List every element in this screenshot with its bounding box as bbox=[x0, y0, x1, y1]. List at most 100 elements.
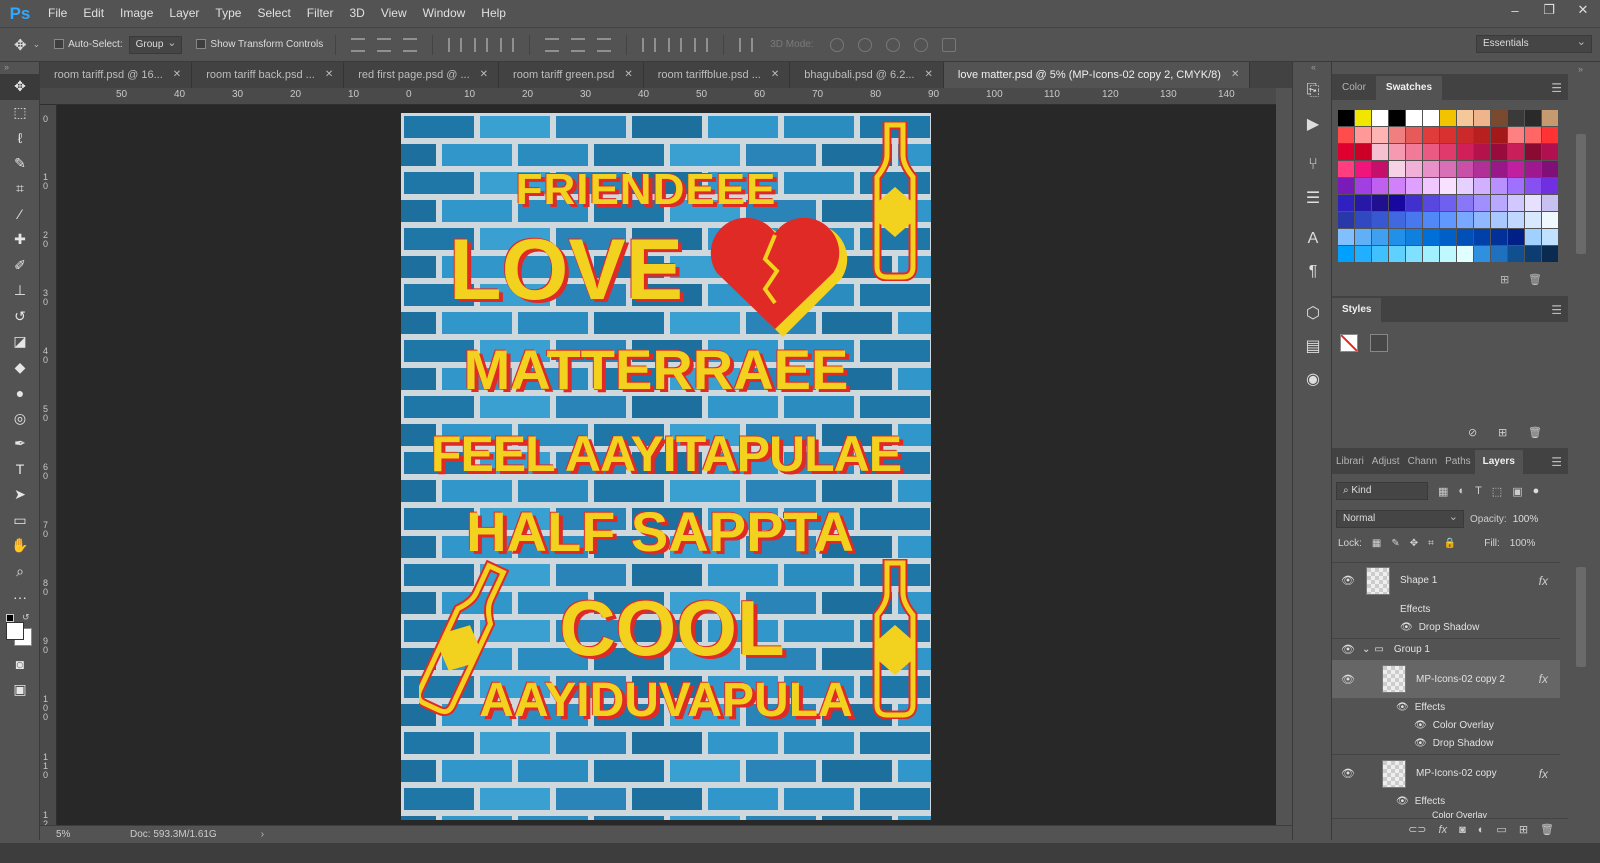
layer-name[interactable]: MP-Icons-02 copy 2 bbox=[1416, 674, 1505, 685]
layer-row-selected[interactable]: 👁 MP-Icons-02 copy 2 fx bbox=[1332, 660, 1560, 698]
color-swatch[interactable] bbox=[1491, 195, 1507, 211]
lock-all-icon[interactable]: 🔒 bbox=[1444, 538, 1456, 549]
lock-move-icon[interactable]: ✥ bbox=[1410, 538, 1418, 549]
auto-align-icon[interactable] bbox=[739, 37, 754, 52]
3d-orbit-icon[interactable] bbox=[829, 37, 844, 52]
adjustments-icon[interactable]: ☰ bbox=[1293, 181, 1333, 214]
color-swatch[interactable] bbox=[1491, 178, 1507, 194]
scrollbar[interactable] bbox=[1576, 567, 1586, 667]
color-swatch[interactable] bbox=[1338, 195, 1354, 211]
menu-window[interactable]: Window bbox=[415, 0, 474, 27]
actions-play-icon[interactable]: ▶ bbox=[1293, 107, 1333, 140]
menu-image[interactable]: Image bbox=[112, 0, 161, 27]
color-swatch[interactable] bbox=[1389, 144, 1405, 160]
3d-roll-icon[interactable] bbox=[857, 37, 872, 52]
marquee-icon[interactable]: ⬚ bbox=[0, 100, 40, 126]
color-swatch[interactable] bbox=[1372, 127, 1388, 143]
trash-icon[interactable]: 🗑 bbox=[1528, 426, 1542, 439]
color-swatch[interactable] bbox=[1474, 195, 1490, 211]
vertical-ruler[interactable]: 0 1 0 2 0 3 0 4 0 5 0 6 0 7 0 8 0 9 0 1 0 0 1 1 0 1 … bbox=[40, 105, 57, 825]
new-style-icon[interactable]: ⊞ bbox=[1498, 426, 1507, 439]
sponge-icon[interactable]: ◎ bbox=[0, 406, 40, 432]
trash-icon[interactable]: 🗑 bbox=[1540, 823, 1554, 836]
color-swatch[interactable] bbox=[1406, 195, 1422, 211]
effect-row[interactable]: 👁 Drop Shadow bbox=[1332, 618, 1560, 636]
color-swatch[interactable] bbox=[1440, 195, 1456, 211]
color-swatch[interactable] bbox=[1525, 110, 1541, 126]
color-swatch[interactable] bbox=[1542, 246, 1558, 262]
color-swatch[interactable] bbox=[1338, 144, 1354, 160]
filter-shape-icon[interactable]: ⬚ bbox=[1492, 485, 1502, 498]
color-swatch[interactable] bbox=[1542, 127, 1558, 143]
color-swatch[interactable] bbox=[1389, 229, 1405, 245]
tab-layers[interactable]: Layers bbox=[1474, 450, 1523, 474]
fx-icon[interactable]: fx bbox=[1539, 672, 1548, 686]
color-swatch[interactable] bbox=[1440, 229, 1456, 245]
tab-styles[interactable]: Styles bbox=[1332, 298, 1382, 322]
distribute-bottom-icon[interactable] bbox=[597, 37, 612, 52]
color-swatch[interactable] bbox=[1355, 246, 1371, 262]
close-icon[interactable]: ✕ bbox=[624, 62, 632, 88]
color-swatch[interactable] bbox=[1389, 110, 1405, 126]
visibility-eye-icon[interactable]: 👁 bbox=[1396, 796, 1409, 807]
color-swatch[interactable] bbox=[1406, 246, 1422, 262]
effects-row[interactable]: Effects bbox=[1332, 600, 1560, 618]
visibility-eye-icon[interactable]: 👁 bbox=[1338, 643, 1358, 656]
layer-row[interactable]: 👁 Shape 1 fx bbox=[1332, 562, 1560, 598]
distribute-right-icon[interactable] bbox=[694, 37, 709, 52]
tab-document[interactable]: room tariff back.psd ... ✕ bbox=[192, 62, 345, 88]
align-hcenter-icon[interactable] bbox=[474, 37, 489, 52]
collapse-icon[interactable]: « bbox=[1293, 62, 1331, 74]
adjustment-layer-icon[interactable]: ◐ bbox=[1478, 824, 1485, 836]
color-swatch[interactable] bbox=[1355, 144, 1371, 160]
effect-row[interactable]: 👁 Color Overlay bbox=[1332, 716, 1560, 734]
color-swatch[interactable] bbox=[1508, 229, 1524, 245]
color-swatch[interactable] bbox=[1423, 246, 1439, 262]
horizontal-ruler[interactable]: 50 40 30 20 10 0 10 20 30 40 50 60 70 80 90 100 110 120 13… bbox=[40, 88, 1276, 105]
color-swatch[interactable] bbox=[1406, 110, 1422, 126]
color-swatch[interactable] bbox=[1508, 144, 1524, 160]
effects-row[interactable]: 👁 Effects bbox=[1332, 792, 1560, 810]
quick-select-icon[interactable]: ✎ bbox=[0, 151, 40, 177]
color-swatch[interactable] bbox=[1372, 144, 1388, 160]
color-swatch[interactable] bbox=[1491, 144, 1507, 160]
kind-filter-dropdown[interactable]: ⌕ Kind bbox=[1336, 482, 1428, 500]
link-icon[interactable]: ⊂⊃ bbox=[1408, 823, 1426, 836]
lock-artboard-icon[interactable]: ⌗ bbox=[1428, 538, 1434, 549]
color-swatch[interactable] bbox=[1440, 127, 1456, 143]
color-swatch[interactable] bbox=[1474, 161, 1490, 177]
color-swatch[interactable] bbox=[1372, 195, 1388, 211]
color-swatch[interactable] bbox=[1457, 161, 1473, 177]
color-swatch[interactable] bbox=[1508, 110, 1524, 126]
visibility-eye-icon[interactable]: 👁 bbox=[1338, 767, 1358, 780]
zoom-level[interactable]: 5% bbox=[56, 829, 116, 840]
color-swatch[interactable] bbox=[1508, 246, 1524, 262]
color-swatch[interactable] bbox=[1491, 212, 1507, 228]
filter-pixel-icon[interactable]: ▦ bbox=[1438, 485, 1448, 498]
effects-row[interactable]: 👁 Effects bbox=[1332, 698, 1560, 716]
color-swatch[interactable] bbox=[1491, 161, 1507, 177]
pen-icon[interactable]: ✒ bbox=[0, 431, 40, 457]
close-icon[interactable]: ✕ bbox=[771, 62, 779, 88]
chevron-right-icon[interactable]: › bbox=[261, 829, 264, 840]
lock-paint-icon[interactable]: ✎ bbox=[1391, 538, 1399, 549]
color-swatch[interactable] bbox=[1406, 229, 1422, 245]
new-swatch-icon[interactable]: ⊞ bbox=[1500, 273, 1509, 286]
color-swatch[interactable] bbox=[1525, 127, 1541, 143]
auto-select-checkbox[interactable]: Auto-Select: bbox=[54, 39, 123, 50]
lasso-icon[interactable]: ℓ bbox=[0, 125, 40, 151]
color-swatch[interactable] bbox=[1355, 229, 1371, 245]
color-swatch[interactable] bbox=[1372, 229, 1388, 245]
color-swatch[interactable] bbox=[1423, 229, 1439, 245]
crop-icon[interactable]: ⌗ bbox=[0, 176, 40, 202]
color-swatch[interactable] bbox=[1423, 144, 1439, 160]
swatch-grid[interactable] bbox=[1338, 110, 1558, 262]
color-swatch[interactable] bbox=[1542, 229, 1558, 245]
color-swatch[interactable] bbox=[1457, 144, 1473, 160]
dodge-icon[interactable]: ● bbox=[0, 380, 40, 406]
distribute-hcenter-icon[interactable] bbox=[668, 37, 683, 52]
color-swatch[interactable] bbox=[1542, 195, 1558, 211]
color-swatch[interactable] bbox=[1372, 178, 1388, 194]
color-swatch[interactable] bbox=[1406, 212, 1422, 228]
color-swatch[interactable] bbox=[1389, 246, 1405, 262]
